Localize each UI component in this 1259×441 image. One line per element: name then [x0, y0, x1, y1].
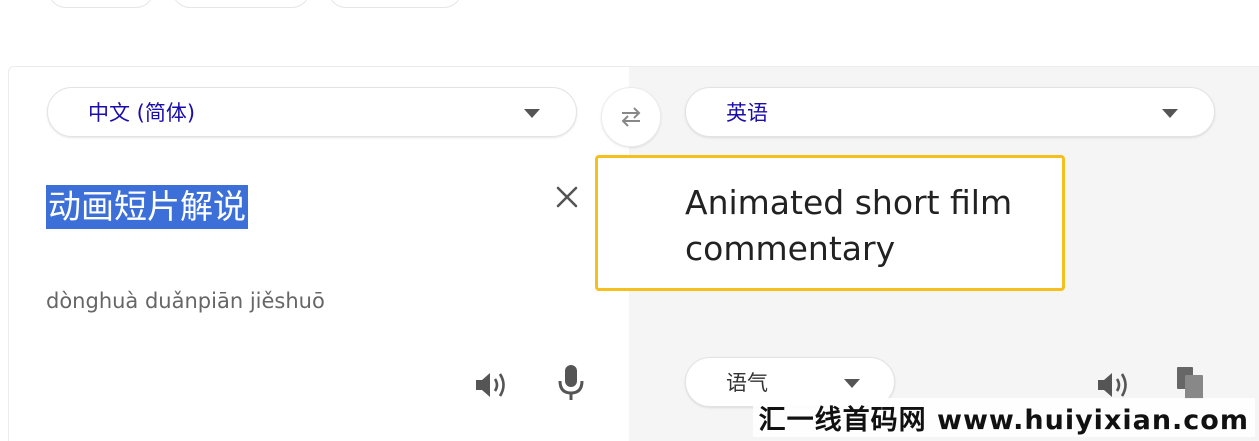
- translation-output: Animated short film commentary: [595, 155, 1065, 291]
- microphone-icon: [558, 365, 584, 400]
- speaker-icon: [1098, 373, 1127, 397]
- clear-text-button[interactable]: [549, 179, 585, 215]
- target-language-label: 英语: [726, 101, 768, 125]
- copy-icon: [1177, 367, 1203, 399]
- source-text-input[interactable]: 动画短片解说: [46, 185, 248, 229]
- translator-card: 中文 (简体) 英语 动画短片解说 dònghuà duǎnpiān jiěsh…: [8, 66, 1259, 441]
- top-tab[interactable]: [328, 0, 462, 8]
- swap-arrows-icon: [621, 107, 641, 127]
- chevron-down-icon: [524, 109, 540, 118]
- close-icon: [556, 186, 578, 208]
- chevron-down-icon: [844, 379, 860, 388]
- source-language-select[interactable]: 中文 (简体): [47, 87, 577, 137]
- top-tab[interactable]: [172, 0, 310, 8]
- tone-label: 语气: [726, 371, 768, 395]
- voice-input-button[interactable]: [549, 361, 593, 405]
- source-language-label: 中文 (简体): [88, 101, 196, 125]
- target-language-select[interactable]: 英语: [685, 87, 1215, 137]
- pinyin-transliteration: dònghuà duǎnpiān jiěshuō: [46, 289, 325, 313]
- source-listen-button[interactable]: [471, 363, 515, 407]
- watermark: 汇一线首码网 www.huiyixian.com: [752, 398, 1255, 437]
- speaker-icon: [476, 373, 505, 397]
- translate-page: 中文 (简体) 英语 动画短片解说 dònghuà duǎnpiān jiěsh…: [0, 0, 1259, 441]
- top-tab[interactable]: [48, 0, 154, 8]
- chevron-down-icon: [1162, 109, 1178, 118]
- swap-languages-button[interactable]: [601, 87, 661, 147]
- translation-text: Animated short film commentary: [685, 183, 1013, 268]
